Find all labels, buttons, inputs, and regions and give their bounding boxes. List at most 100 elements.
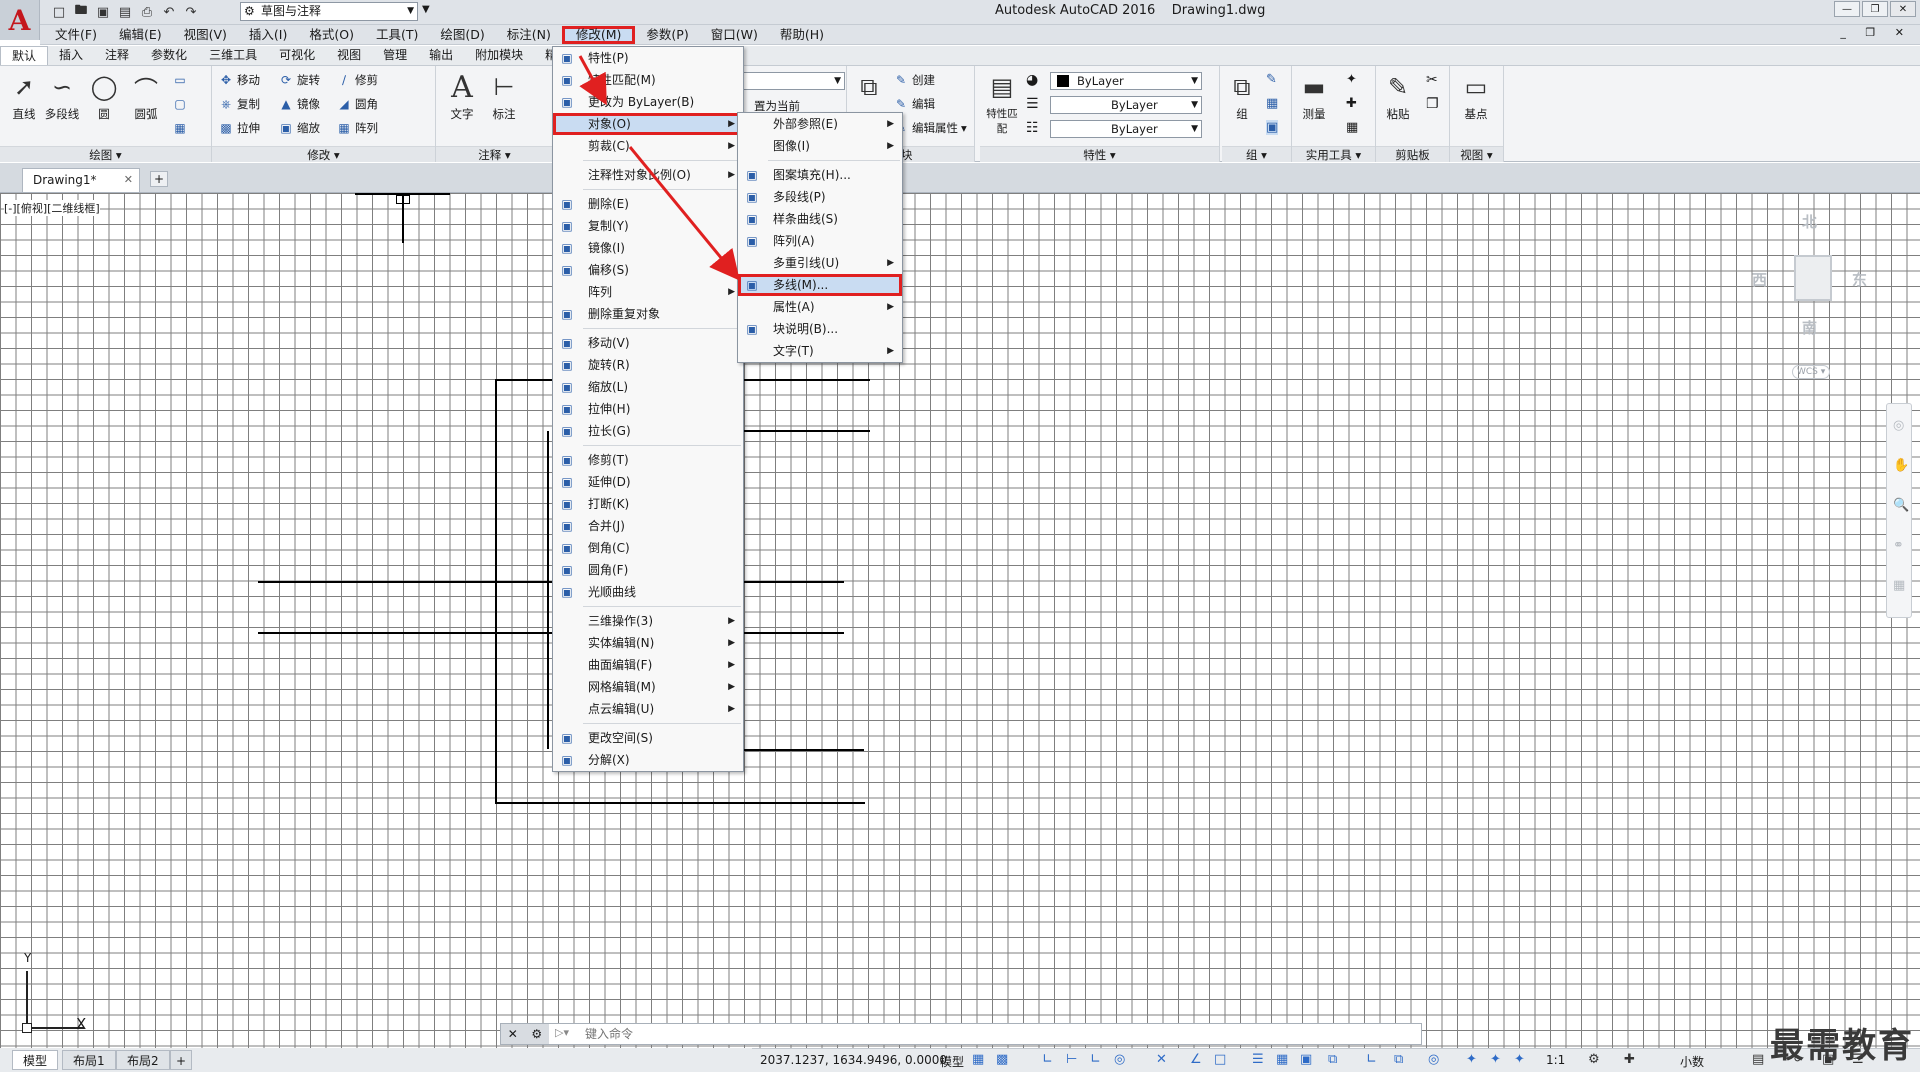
group-button[interactable]: ⧉ 组 (1222, 70, 1262, 122)
polyline-button[interactable]: ∽ 多段线 (42, 70, 82, 122)
workspace-gear-icon[interactable]: ⚙ (1588, 1052, 1600, 1067)
array-button[interactable]: ▦ 阵列 (336, 118, 378, 138)
ribbon-tab-visualize[interactable]: 可视化 (268, 46, 326, 65)
isodraft-icon[interactable]: ✕ (1156, 1052, 1167, 1067)
scale-button[interactable]: ▣ 缩放 (278, 118, 320, 138)
modify-menu-item[interactable]: ▣ 更改为 ByLayer(B) (553, 91, 743, 113)
menu-modify[interactable]: 修改(M) (561, 25, 636, 44)
object-menu-item[interactable]: ▣ 阵列(A) (738, 230, 902, 252)
modify-menu-item[interactable]: 三维操作(3) ▶ (553, 610, 743, 632)
modify-menu-item[interactable]: ▣ 镜像(I) (553, 237, 743, 259)
modify-menu-item[interactable]: ▣ 缩放(L) (553, 376, 743, 398)
gizmo-icon[interactable]: ◎ (1428, 1052, 1439, 1067)
panel-groups-title[interactable]: 组 ▾ (1222, 146, 1291, 162)
zoom-icon[interactable]: 🔍 (1893, 498, 1909, 513)
stretch-button[interactable]: ▩ 拉伸 (218, 118, 260, 138)
modify-menu-item[interactable]: 剪裁(C) ▶ (553, 135, 743, 157)
ribbon-tab-insert[interactable]: 插入 (48, 46, 94, 65)
modify-menu-item[interactable]: ▣ 拉伸(H) (553, 398, 743, 420)
copy-button[interactable]: ⎈ 复制 (218, 94, 260, 114)
base-point-button[interactable]: ▭ 基点 (1456, 70, 1496, 122)
modify-menu-item[interactable]: ▣ 合并(J) (553, 515, 743, 537)
modify-menu-item[interactable]: ▣ 偏移(S) (553, 259, 743, 281)
object-menu-item[interactable]: ▣ 多线(M)... (738, 274, 902, 296)
ribbon-tab-output[interactable]: 输出 (418, 46, 464, 65)
layout-tab-layout1[interactable]: 布局1 (62, 1050, 116, 1070)
ribbon-tab-home[interactable]: 默认 (0, 46, 49, 65)
annotation-monitor-icon[interactable]: ✚ (1624, 1052, 1635, 1067)
modify-menu-item[interactable]: ▣ 更改空间(S) (553, 727, 743, 749)
annotation-visibility-icon[interactable]: ✦ (1466, 1052, 1477, 1067)
rotate-button[interactable]: ⟳ 旋转 (278, 70, 320, 90)
viewcube-east[interactable]: 东 (1852, 269, 1867, 290)
panel-draw-title[interactable]: 绘图 ▾ (0, 146, 211, 162)
document-tab-drawing1[interactable]: Drawing1* ✕ (22, 168, 140, 192)
navigation-bar[interactable]: ◎ ✋ 🔍 ⚭ ▦ (1886, 403, 1912, 618)
model-space-toggle[interactable]: 模型 (940, 1053, 964, 1070)
move-button[interactable]: ✥ 移动 (218, 70, 260, 90)
save-as-icon[interactable]: ▤ (116, 3, 134, 21)
menu-view[interactable]: 视图(V) (173, 26, 238, 44)
circle-button[interactable]: ◯ 圆 (84, 70, 124, 122)
menu-insert[interactable]: 插入(I) (238, 26, 298, 44)
object-snap-icon[interactable]: □ (1214, 1052, 1226, 1067)
copy-clip-icon[interactable]: ❐ (1426, 96, 1439, 112)
maximize-button[interactable]: ❐ (1862, 1, 1888, 17)
viewcube[interactable]: 北 西 东 南 WCS ▾ (1752, 205, 1872, 379)
trim-button[interactable]: ∕ 修剪 (336, 70, 378, 90)
annotation-scale[interactable]: 1:1 (1546, 1053, 1565, 1067)
undo-icon[interactable]: ↶ (160, 3, 178, 21)
menu-help[interactable]: 帮助(H) (769, 26, 835, 44)
object-menu-item[interactable]: ▣ 块说明(B)... (738, 318, 902, 340)
save-icon[interactable]: ▣ (94, 3, 112, 21)
add-layout-button[interactable]: + (170, 1050, 193, 1070)
object-menu-item[interactable]: ▣ 样条曲线(S) (738, 208, 902, 230)
dimension-button[interactable]: ⊢ 标注 (484, 70, 524, 122)
object-menu-item[interactable]: 外部参照(E) ▶ (738, 113, 902, 135)
modify-menu-item[interactable]: ▣ 拉长(G) (553, 420, 743, 442)
group-select-icon[interactable]: ▣ (1266, 120, 1279, 135)
quick-properties-icon[interactable]: ▤ (1752, 1052, 1764, 1067)
measure-button[interactable]: ▬ 测量 (1294, 70, 1334, 122)
menu-dimension[interactable]: 标注(N) (496, 26, 562, 44)
line-button[interactable]: ➚ 直线 (4, 70, 44, 122)
close-button[interactable]: ✕ (1890, 1, 1916, 17)
menu-window[interactable]: 窗口(W) (700, 26, 769, 44)
modify-menu-item[interactable]: ▣ 修剪(T) (553, 449, 743, 471)
insert-block-button[interactable]: ⧉ (849, 70, 889, 106)
redo-icon[interactable]: ↷ (182, 3, 200, 21)
modify-menu-item[interactable]: ▣ 删除(E) (553, 193, 743, 215)
color-dropdown[interactable]: ByLayer ▼ (1050, 72, 1202, 90)
viewcube-west[interactable]: 西 (1752, 269, 1767, 290)
modify-menu-item[interactable]: ▣ 圆角(F) (553, 559, 743, 581)
modify-menu-item[interactable]: ▣ 删除重复对象 (553, 303, 743, 325)
ribbon-tab-3d-tools[interactable]: 三维工具 (198, 46, 268, 65)
ribbon-tab-view[interactable]: 视图 (326, 46, 372, 65)
modify-menu-item[interactable]: ▣ 光顺曲线 (553, 581, 743, 603)
selection-cycling-icon[interactable]: ▣ (1300, 1052, 1312, 1067)
modify-menu-item[interactable]: ▣ 分解(X) (553, 749, 743, 771)
modify-menu-item[interactable]: ▣ 旋转(R) (553, 354, 743, 376)
modify-menu-item[interactable]: 实体编辑(N) ▶ (553, 632, 743, 654)
panel-utilities-title[interactable]: 实用工具 ▾ (1292, 146, 1375, 162)
modify-menu-item[interactable]: ▣ 移动(V) (553, 332, 743, 354)
showmotion-icon[interactable]: ▦ (1893, 578, 1905, 593)
ribbon-tab-parametric[interactable]: 参数化 (140, 46, 198, 65)
lineweight-icon[interactable]: ☷ (1026, 120, 1039, 136)
ortho-icon[interactable]: ∟ (1090, 1052, 1101, 1067)
annotation-scale-icon[interactable]: ✦ (1514, 1052, 1525, 1067)
menu-tools[interactable]: 工具(T) (365, 26, 429, 44)
object-snap-tracking-icon[interactable]: ∠ (1190, 1052, 1202, 1067)
selection-filter-icon[interactable]: ⧉ (1394, 1052, 1403, 1067)
modify-menu-item[interactable]: 点云编辑(U) ▶ (553, 698, 743, 720)
viewcube-south[interactable]: 南 (1802, 317, 1817, 338)
modify-menu-item[interactable]: ▣ 打断(K) (553, 493, 743, 515)
modify-menu-item[interactable]: ▣ 延伸(D) (553, 471, 743, 493)
panel-annotation-title[interactable]: 注释 ▾ (436, 146, 553, 162)
text-button[interactable]: A 文字 (442, 70, 482, 122)
viewcube-face[interactable] (1794, 255, 1832, 301)
new-tab-button[interactable]: + (150, 171, 168, 187)
block-create-button[interactable]: ✎ 创建 (893, 70, 935, 90)
pan-icon[interactable]: ✋ (1893, 458, 1909, 473)
transparency-icon[interactable]: ▦ (1276, 1052, 1288, 1067)
